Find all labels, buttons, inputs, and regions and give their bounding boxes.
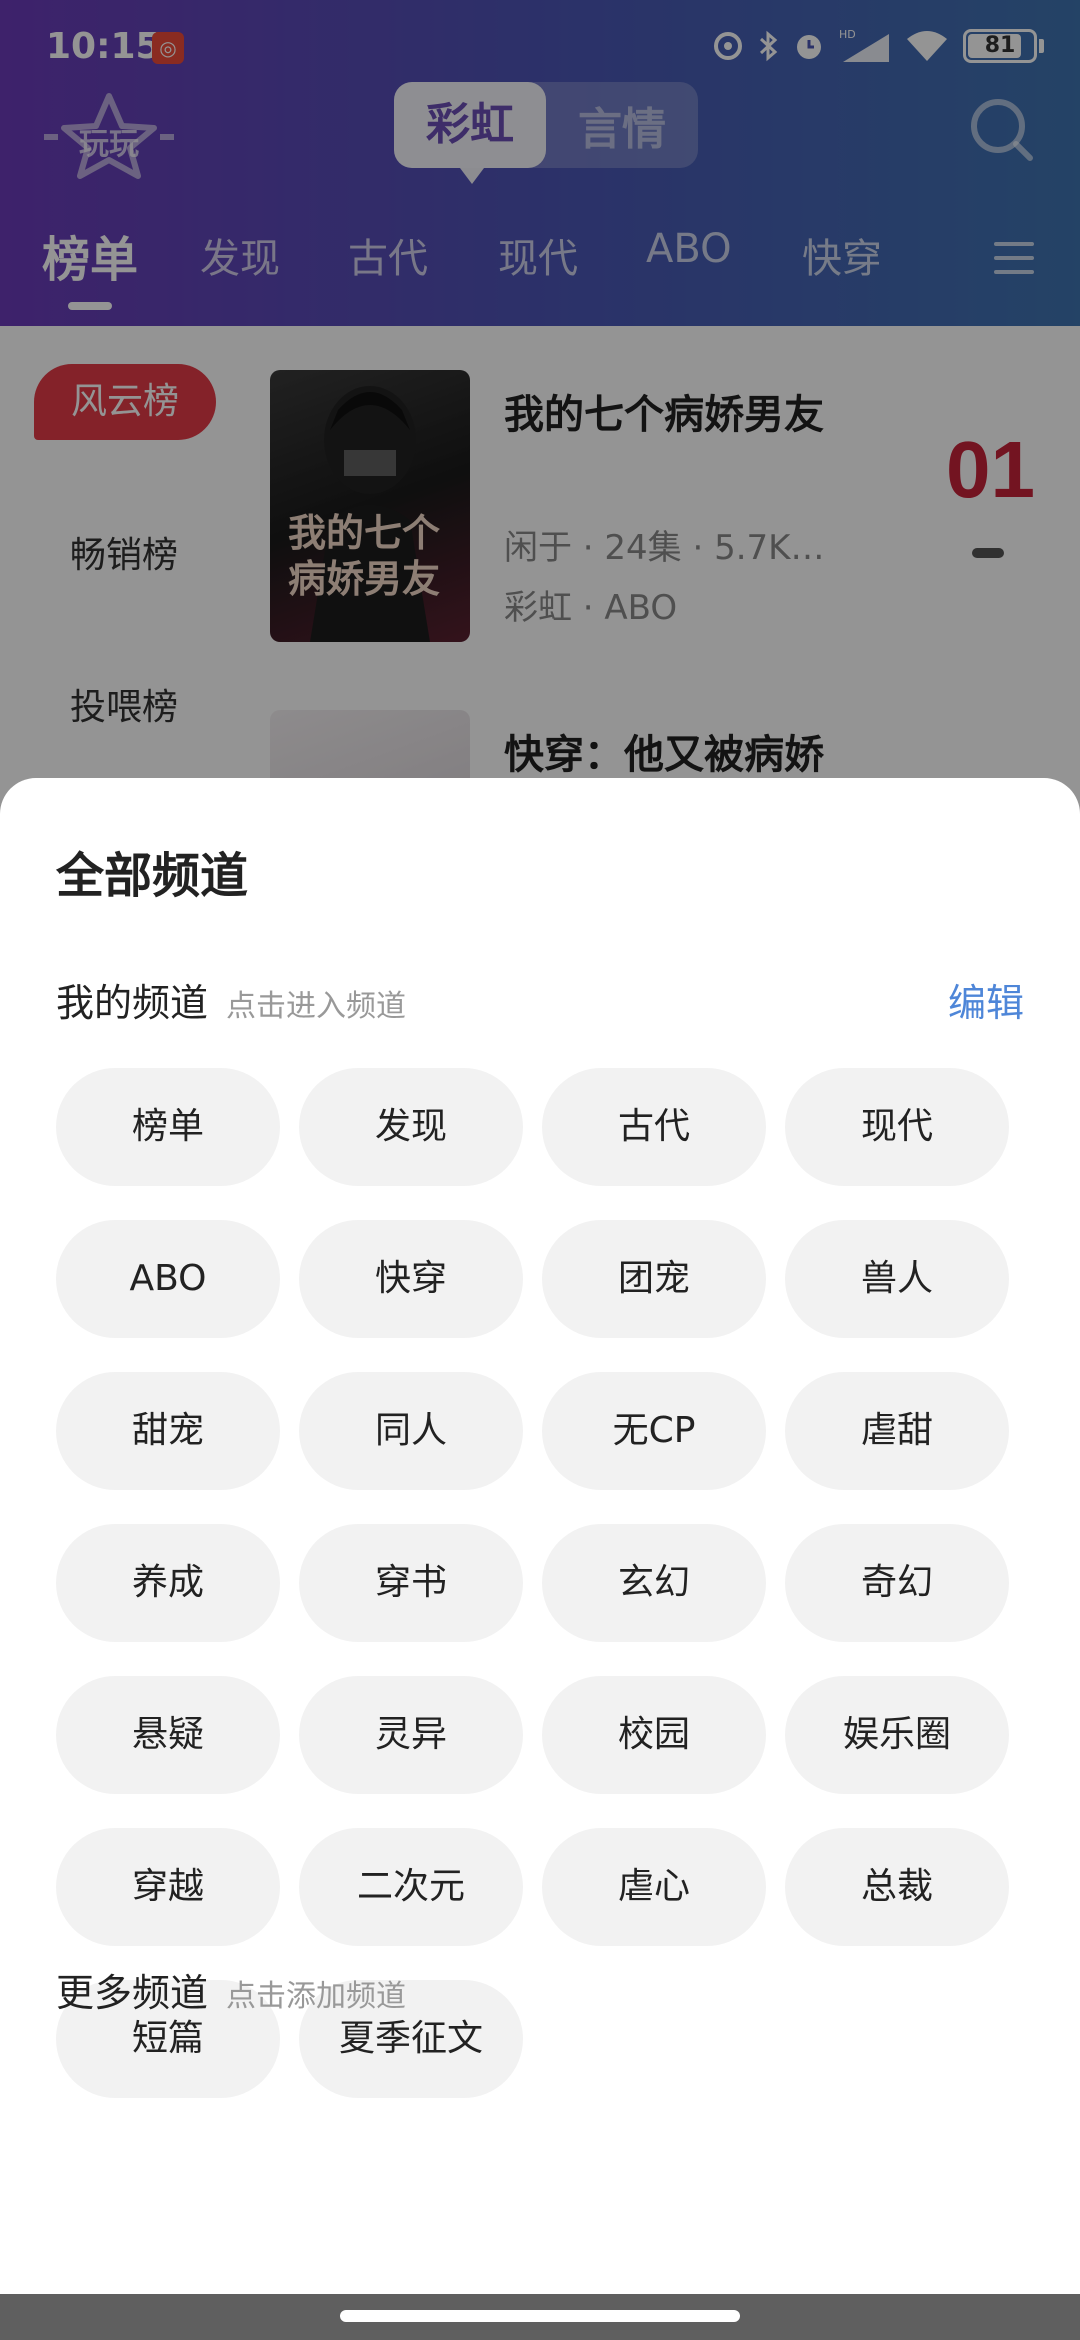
more-channels-hint: 点击添加频道 [226,1979,407,2014]
edit-button[interactable]: 编辑 [948,972,1024,1027]
channel-chip[interactable]: 虐甜 [785,1372,1009,1490]
channel-chip[interactable]: 甜宠 [56,1372,280,1490]
channel-chip[interactable]: 兽人 [785,1220,1009,1338]
my-channels-header: 我的频道 点击进入频道 [56,972,406,1027]
home-indicator[interactable] [340,2310,740,2322]
channel-chip[interactable]: 娱乐圈 [785,1676,1009,1794]
my-channels-hint: 点击进入频道 [226,989,407,1024]
my-channels-title: 我的频道 [56,981,209,1025]
channel-chip[interactable]: 奇幻 [785,1524,1009,1642]
sheet-title: 全部频道 [56,848,249,904]
channel-chip[interactable]: 穿越 [56,1828,280,1946]
more-channels-title: 更多频道 [56,1971,209,2015]
channel-chip[interactable]: ABO [56,1220,280,1338]
channel-chip[interactable]: 灵异 [299,1676,523,1794]
channel-chip[interactable]: 校园 [542,1676,766,1794]
channel-chip[interactable]: 总裁 [785,1828,1009,1946]
channel-chip[interactable]: 养成 [56,1524,280,1642]
more-channels-header: 更多频道 点击添加频道 [56,1962,406,2017]
channel-chip[interactable]: 穿书 [299,1524,523,1642]
channel-chip[interactable]: 古代 [542,1068,766,1186]
channel-chip[interactable]: 榜单 [56,1068,280,1186]
channel-chip[interactable]: 同人 [299,1372,523,1490]
channel-chip[interactable]: 无CP [542,1372,766,1490]
channel-chip[interactable]: 悬疑 [56,1676,280,1794]
channel-sheet: 全部频道 我的频道 点击进入频道 编辑 榜单 发现 古代 现代 ABO 快穿 团宠 兽人甜宠同… [0,778,1080,2294]
channel-chip[interactable]: 玄幻 [542,1524,766,1642]
channel-chip[interactable]: 团宠 [542,1220,766,1338]
channel-chip[interactable]: 发现 [299,1068,523,1186]
channel-chip[interactable]: 虐心 [542,1828,766,1946]
channel-chip[interactable]: 快穿 [299,1220,523,1338]
channel-chip[interactable]: 现代 [785,1068,1009,1186]
channel-chip[interactable]: 二次元 [299,1828,523,1946]
